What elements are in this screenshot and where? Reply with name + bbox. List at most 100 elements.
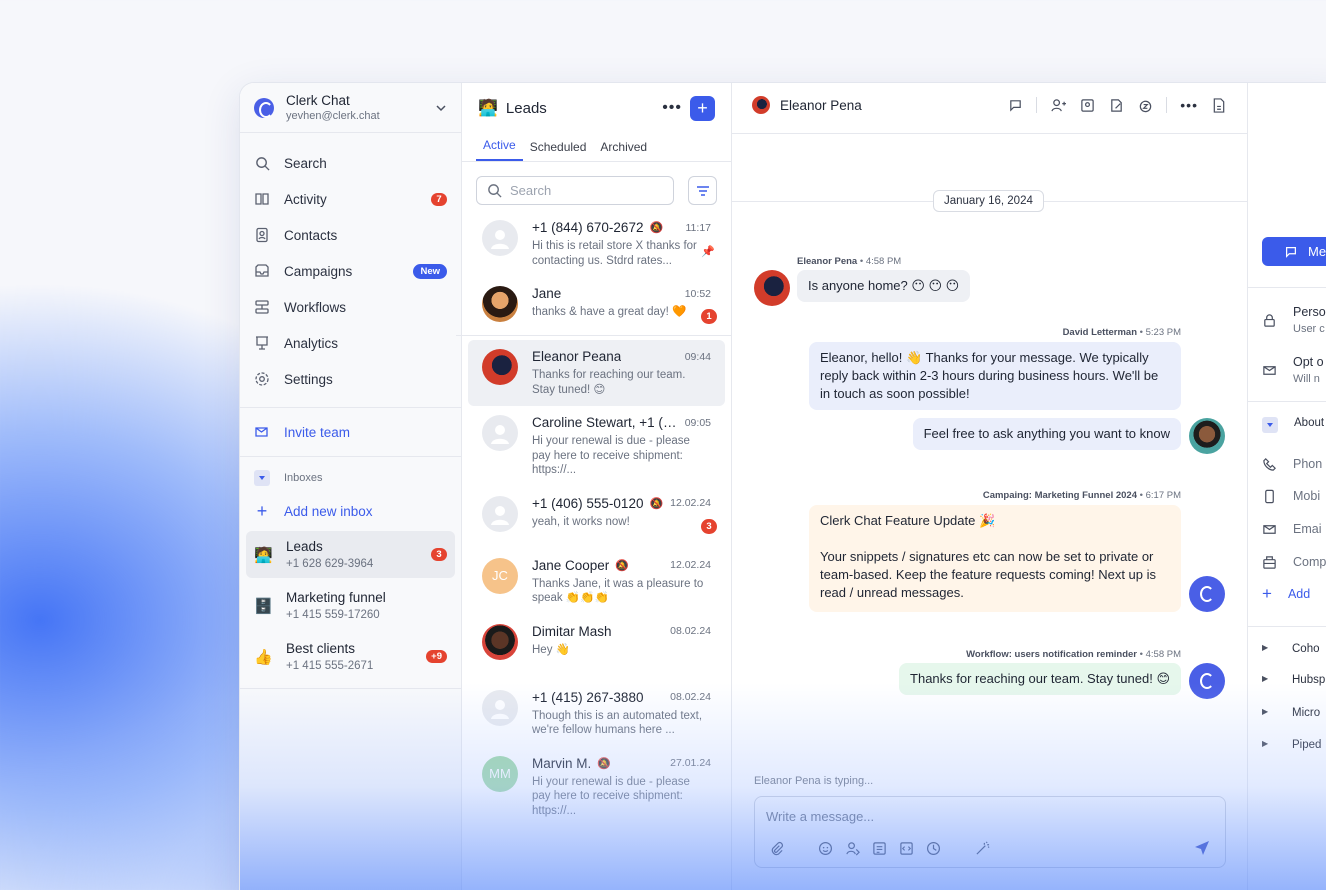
conversation-icon[interactable] xyxy=(1007,97,1023,113)
conversation-preview: Thanks Jane, it was a pleasure to speak … xyxy=(532,577,704,605)
nav-search[interactable]: Search xyxy=(240,145,461,181)
message-author: Workflow: users notification reminder xyxy=(966,649,1137,660)
document-icon[interactable] xyxy=(1211,97,1227,113)
integration-hubspot[interactable]: ▶ Hubsp xyxy=(1262,674,1325,686)
about-section-toggle[interactable]: About xyxy=(1262,417,1324,433)
more-icon[interactable]: ••• xyxy=(1180,97,1198,113)
personal-row[interactable]: Perso User c xyxy=(1262,305,1326,335)
nav-workflows[interactable]: Workflows xyxy=(240,289,461,325)
add-user-icon[interactable] xyxy=(1050,97,1066,113)
gear-icon xyxy=(254,371,270,387)
message-composer[interactable]: Write a message... xyxy=(754,796,1226,868)
workflow-message-bubble: Thanks for reaching our team. Stay tuned… xyxy=(899,663,1181,695)
snippet-icon[interactable] xyxy=(872,841,887,859)
conversation-item[interactable]: +1 (415) 267-3880 08.02.24 Though this is… xyxy=(468,681,725,747)
schedule-icon[interactable] xyxy=(926,841,941,859)
message-bubble-outgoing: Feel free to ask anything you want to kn… xyxy=(912,418,1181,450)
conversation-preview: thanks & have a great day! 🧡 xyxy=(532,306,687,318)
company-field[interactable]: Comp xyxy=(1262,555,1326,573)
magic-wand-icon[interactable] xyxy=(975,841,990,859)
nav-contacts[interactable]: Contacts xyxy=(240,217,461,253)
conversation-preview: Thanks for reaching our team. Stay tuned… xyxy=(532,369,686,396)
opt-out-row[interactable]: Opt o Will n xyxy=(1262,355,1324,385)
conversation-item[interactable]: Dimitar Mash 08.02.24 Hey 👋 xyxy=(468,615,725,669)
conversation-item-selected[interactable]: Eleanor Peana 09:44 Thanks for reaching o… xyxy=(468,340,725,406)
snooze-icon[interactable] xyxy=(1137,97,1153,113)
message-meta: Campaing: Marketing Funnel 2024 • 6:17 P… xyxy=(982,490,1181,501)
inbox-best-clients[interactable]: 👍 Best clients +1 415 555-2671 +9 xyxy=(246,633,455,680)
inbox-badge: +9 xyxy=(426,650,447,663)
invite-team-link[interactable]: Invite team xyxy=(240,414,461,450)
expand-icon: ▶ xyxy=(1262,643,1269,652)
new-conversation-button[interactable]: + xyxy=(690,95,715,121)
nav-settings[interactable]: Settings xyxy=(240,361,461,397)
nav-campaigns[interactable]: Campaigns New xyxy=(240,253,461,289)
conversation-item[interactable]: Caroline Stewart, +1 (54... 09:05 Hi your… xyxy=(468,406,725,487)
avatar xyxy=(482,415,518,451)
mention-user-icon[interactable] xyxy=(845,841,860,859)
conversation-item[interactable]: +1 (406) 555-0120 🔕 12.02.24 yeah, it work… xyxy=(468,487,725,541)
conversation-preview: Though this is an automated text, we're … xyxy=(532,709,703,737)
email-field[interactable]: Emai xyxy=(1262,522,1321,540)
collapse-icon xyxy=(254,470,270,486)
emoji-icon[interactable] xyxy=(818,841,833,859)
add-field-button[interactable]: + Add xyxy=(1262,585,1310,602)
agent-avatar xyxy=(1189,418,1225,454)
integration-label: Micro xyxy=(1292,707,1321,719)
nav-analytics[interactable]: Analytics xyxy=(240,325,461,361)
filter-button[interactable] xyxy=(688,176,717,205)
code-icon[interactable] xyxy=(899,841,914,859)
detail-sub: User c xyxy=(1293,323,1325,335)
conversation-item[interactable]: +1 (844) 670-2672 🔕 11:17 Hi this is retai… xyxy=(468,211,725,277)
inbox-number: +1 628 629-3964 xyxy=(286,558,374,570)
contacts-icon xyxy=(254,227,270,243)
conversation-name: +1 (415) 267-3880 xyxy=(532,689,644,705)
edit-note-icon[interactable] xyxy=(1108,97,1124,113)
conversation-preview: yeah, it works now! xyxy=(532,515,630,528)
phone-field[interactable]: Phon xyxy=(1262,457,1322,475)
message-button[interactable]: Me xyxy=(1262,237,1326,266)
integration-microsoft[interactable]: ▶ Micro xyxy=(1262,707,1320,719)
search-placeholder: Search xyxy=(510,183,552,198)
mobile-field[interactable]: Mobi xyxy=(1262,489,1320,507)
unread-badge: 1 xyxy=(701,309,717,324)
integration-cohort[interactable]: ▶ Coho xyxy=(1262,643,1320,655)
contact-card-icon[interactable] xyxy=(1079,97,1095,113)
tab-archived[interactable]: Archived xyxy=(593,140,654,161)
conversation-item[interactable]: JC Jane Cooper 🔕 12.02.24 Thanks Jane, it … xyxy=(468,549,725,615)
nav-label: Search xyxy=(284,155,327,171)
clerk-bot-avatar xyxy=(1189,663,1225,699)
inbox-marketing-funnel[interactable]: 🗄️ Marketing funnel +1 415 559-17260 xyxy=(246,582,455,629)
search-input[interactable]: Search xyxy=(476,176,675,205)
conversation-item[interactable]: MM Marvin M. 🔕 27.01.24 Hi your renewal is… xyxy=(468,747,725,828)
nav-activity[interactable]: Activity 7 xyxy=(240,181,461,217)
inboxes-section-toggle[interactable]: Inboxes xyxy=(240,463,461,493)
list-search-row: Search xyxy=(476,176,717,205)
typing-indicator: Eleanor Pena is typing... xyxy=(754,775,874,787)
field-label: Comp xyxy=(1293,555,1326,569)
send-icon[interactable] xyxy=(1193,839,1211,862)
tab-scheduled[interactable]: Scheduled xyxy=(523,140,594,161)
expand-icon: ▶ xyxy=(1262,674,1269,683)
message-meta: Eleanor Pena • 4:58 PM xyxy=(797,256,902,267)
add-inbox-button[interactable]: + Add new inbox xyxy=(240,493,461,529)
workspace-switcher[interactable]: Clerk Chat yevhen@clerk.chat xyxy=(240,83,461,133)
integration-pipedrive[interactable]: ▶ Piped xyxy=(1262,739,1321,751)
expand-icon: ▶ xyxy=(1262,739,1269,748)
avatar xyxy=(482,286,518,322)
more-icon[interactable]: ••• xyxy=(662,99,682,117)
chevron-down-icon[interactable] xyxy=(435,102,447,114)
message-meta: David Letterman • 5:23 PM xyxy=(1062,327,1181,338)
tab-active[interactable]: Active xyxy=(476,138,523,161)
divider xyxy=(1166,97,1168,113)
conversation-item[interactable]: Jane 10:52 thanks & have a great day! 🧡 1 xyxy=(468,277,725,331)
conversation-preview: Hi your renewal is due - please pay here… xyxy=(532,775,690,817)
contact-name[interactable]: Eleanor Pena xyxy=(780,98,862,113)
detail-title: Perso xyxy=(1293,305,1326,319)
inbox-leads[interactable]: 🧑‍💻 Leads +1 628 629-3964 3 xyxy=(246,531,455,578)
inbox-emoji: 🧑‍💻 xyxy=(254,546,273,564)
about-label: About xyxy=(1294,417,1325,429)
attachment-icon[interactable] xyxy=(769,841,784,859)
